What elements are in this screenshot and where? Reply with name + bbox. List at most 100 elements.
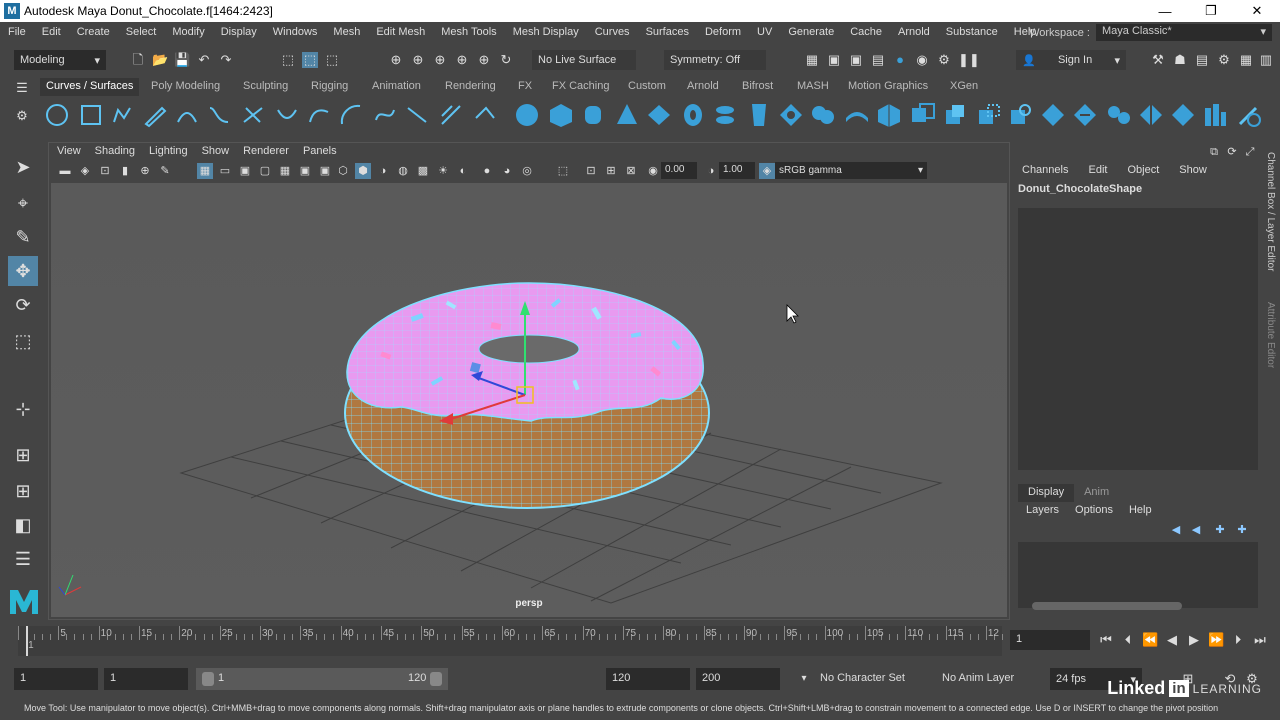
- anti-aliasing-icon[interactable]: ◎: [519, 163, 535, 179]
- menu-arnold[interactable]: Arnold: [890, 26, 938, 38]
- planar-icon[interactable]: [778, 102, 804, 128]
- channel-menu-edit[interactable]: Edit: [1078, 162, 1117, 178]
- expand-icon[interactable]: ⤢: [1242, 144, 1258, 160]
- menu-create[interactable]: Create: [69, 26, 118, 38]
- shadows-icon[interactable]: ◐: [455, 163, 471, 179]
- nurbs-sphere-icon[interactable]: [514, 102, 540, 128]
- playback-start-field[interactable]: 1: [104, 668, 188, 690]
- menu-set-dropdown[interactable]: Modeling ▾: [14, 50, 106, 70]
- animation-start-field[interactable]: 1: [14, 668, 98, 690]
- channel-menu-channels[interactable]: Channels: [1012, 162, 1078, 178]
- tab-motion-graphics[interactable]: Motion Graphics: [842, 78, 934, 96]
- tab-arnold[interactable]: Arnold: [681, 78, 725, 96]
- menu-deform[interactable]: Deform: [697, 26, 749, 38]
- sculpt-surfaces-icon[interactable]: [1236, 102, 1262, 128]
- tab-rigging[interactable]: Rigging: [305, 78, 354, 96]
- sign-in-button[interactable]: 👤 Sign In ▾: [1016, 50, 1126, 70]
- detach-curves-icon[interactable]: [240, 102, 266, 128]
- channel-menu-show[interactable]: Show: [1169, 162, 1217, 178]
- live-surface-field[interactable]: No Live Surface: [532, 50, 636, 70]
- open-close-surfaces-icon[interactable]: [1202, 102, 1228, 128]
- snap-projected-icon[interactable]: ⊕: [454, 52, 470, 68]
- tab-attribute-editor[interactable]: Attribute Editor: [1265, 302, 1276, 368]
- menu-cache[interactable]: Cache: [842, 26, 890, 38]
- animation-end-field[interactable]: 200: [696, 668, 780, 690]
- curve-editing-icon[interactable]: [438, 102, 464, 128]
- field-chart-icon[interactable]: ▦: [277, 163, 293, 179]
- safe-action-icon[interactable]: ▣: [297, 163, 313, 179]
- tab-fx-caching[interactable]: FX Caching: [546, 78, 615, 96]
- new-scene-icon[interactable]: 🗋: [130, 52, 146, 68]
- xray-icon[interactable]: ◍: [395, 163, 411, 179]
- resolution-gate-icon[interactable]: ▣: [237, 163, 253, 179]
- tab-poly-modeling[interactable]: Poly Modeling: [145, 78, 226, 96]
- attach-surfaces-icon[interactable]: [1106, 102, 1132, 128]
- select-camera-icon[interactable]: ▬: [57, 163, 73, 179]
- render-settings-icon[interactable]: ▤: [870, 52, 886, 68]
- go-to-end-icon[interactable]: ⏭: [1252, 632, 1268, 648]
- playback-end-field[interactable]: 120: [606, 668, 690, 690]
- offset-curve-icon[interactable]: [338, 102, 364, 128]
- gamma-field[interactable]: 1.00: [719, 162, 755, 179]
- step-back-frame-icon[interactable]: ⏴: [1120, 632, 1136, 648]
- channel-box-options-icon[interactable]: ⧉: [1206, 144, 1222, 160]
- viewport-menu-panels[interactable]: Panels: [296, 143, 344, 161]
- single-perspective-layout-icon[interactable]: ⊞: [8, 440, 38, 470]
- backface-culling-icon[interactable]: ⊠: [623, 163, 639, 179]
- menu-modify[interactable]: Modify: [164, 26, 212, 38]
- four-view-layout-icon[interactable]: ⊞: [8, 476, 38, 506]
- align-surfaces-icon[interactable]: [1170, 102, 1196, 128]
- gear-icon[interactable]: ⚙: [14, 108, 30, 124]
- tab-rendering[interactable]: Rendering: [439, 78, 502, 96]
- menu-select[interactable]: Select: [118, 26, 165, 38]
- lasso-tool-icon[interactable]: ⌖: [8, 188, 38, 218]
- tab-display[interactable]: Display: [1018, 484, 1075, 502]
- gate-mask-icon[interactable]: ▢: [257, 163, 273, 179]
- layer-editor-icon[interactable]: ▥: [1258, 52, 1274, 68]
- open-scene-icon[interactable]: 📂: [152, 52, 168, 68]
- range-end-handle[interactable]: [430, 672, 442, 686]
- menu-file[interactable]: File: [0, 26, 34, 38]
- current-time-indicator[interactable]: [26, 626, 29, 656]
- tab-sculpting[interactable]: Sculpting: [237, 78, 294, 96]
- hypershade-icon[interactable]: ●: [892, 52, 908, 68]
- boundary-icon[interactable]: [910, 102, 936, 128]
- camera-attributes-icon[interactable]: ◈: [77, 163, 93, 179]
- step-forward-key-icon[interactable]: ⏩: [1208, 632, 1224, 648]
- grid-toggle-icon[interactable]: ▦: [197, 163, 213, 179]
- color-management-icon[interactable]: ◈: [759, 163, 775, 179]
- attach-curves-icon[interactable]: [206, 102, 232, 128]
- bevel-plus-icon[interactable]: [876, 102, 902, 128]
- loft-icon[interactable]: [746, 102, 772, 128]
- motion-blur-icon[interactable]: ◕: [499, 163, 515, 179]
- square-surface-icon[interactable]: [942, 102, 968, 128]
- symmetry-dropdown[interactable]: Symmetry: Off: [664, 50, 766, 70]
- redo-icon[interactable]: ↷: [218, 52, 234, 68]
- tool-settings-icon[interactable]: ⚙: [1216, 52, 1232, 68]
- project-curve-icon[interactable]: [976, 102, 1002, 128]
- ambient-occlusion-icon[interactable]: ●: [479, 163, 495, 179]
- undo-icon[interactable]: ↶: [196, 52, 212, 68]
- viewport-menu-lighting[interactable]: Lighting: [142, 143, 195, 161]
- menu-surfaces[interactable]: Surfaces: [638, 26, 697, 38]
- tab-bifrost[interactable]: Bifrost: [736, 78, 779, 96]
- nurbs-cylinder-icon[interactable]: [580, 102, 606, 128]
- tab-custom[interactable]: Custom: [622, 78, 672, 96]
- nurbs-cone-icon[interactable]: [614, 102, 640, 128]
- detach-surfaces-icon[interactable]: [1138, 102, 1164, 128]
- move-layer-up-icon[interactable]: ◀: [1168, 522, 1184, 538]
- intersect-surfaces-icon[interactable]: [1008, 102, 1034, 128]
- layer-menu-help[interactable]: Help: [1121, 502, 1160, 518]
- timeline-ruler[interactable]: 1 5 10 15 20 25 30 35 40 45 50 55 60 65 70 75 80 85 90 95 10…: [18, 626, 1003, 656]
- tab-curves-surfaces[interactable]: Curves / Surfaces: [40, 78, 140, 96]
- bezier-curve-icon[interactable]: [174, 102, 200, 128]
- film-gate-icon[interactable]: ▭: [217, 163, 233, 179]
- isolate-select-icon[interactable]: ⬚: [555, 163, 571, 179]
- perspective-viewport[interactable]: persp: [51, 183, 1007, 617]
- character-set-dropdown[interactable]: No Character Set: [814, 668, 932, 690]
- layer-menu-layers[interactable]: Layers: [1018, 502, 1067, 518]
- textured-icon[interactable]: ▩: [415, 163, 431, 179]
- view-transform-dropdown[interactable]: sRGB gamma ▾: [775, 162, 927, 179]
- menu-display[interactable]: Display: [213, 26, 265, 38]
- wireframe-icon[interactable]: ⬡: [335, 163, 351, 179]
